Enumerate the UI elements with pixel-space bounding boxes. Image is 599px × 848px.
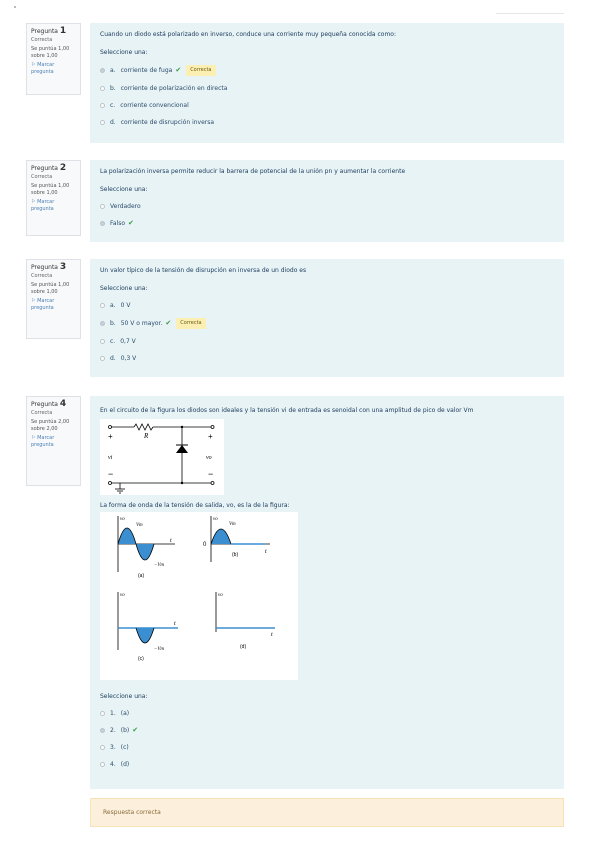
answer-option[interactable]: b. corriente de polarización en directa: [100, 84, 554, 93]
answer-option[interactable]: b. 50 V o mayor. ✔ Correcta: [100, 318, 554, 329]
svg-text:(d): (d): [240, 644, 246, 650]
question-status: Correcta: [31, 174, 53, 180]
question-info: Pregunta 2 Correcta Se puntúa 1,00 sobre…: [26, 160, 81, 236]
radio-button[interactable]: [100, 356, 105, 361]
svg-text:+: +: [108, 432, 113, 441]
corner-dot: [14, 6, 16, 8]
question-text: La polarización inversa permite reducir …: [100, 168, 406, 175]
answer-option[interactable]: Falso ✔: [100, 219, 554, 228]
flag-icon: ⚐: [31, 62, 36, 68]
svg-text:R: R: [143, 432, 149, 440]
check-icon: ✔: [175, 66, 182, 74]
check-icon: ✔: [165, 319, 172, 327]
question-number: Pregunta 2: [31, 163, 67, 173]
radio-button[interactable]: [100, 745, 105, 750]
question-number: Pregunta 1: [31, 26, 67, 36]
flag-question-link[interactable]: ⚐ Marcar pregunta: [31, 435, 76, 449]
check-icon: ✔: [132, 726, 139, 734]
svg-text:−: −: [108, 469, 113, 479]
answer-option[interactable]: 2. (b) ✔: [100, 726, 554, 735]
select-prompt: Seleccione una:: [100, 693, 148, 700]
radio-button[interactable]: [100, 321, 105, 326]
flag-icon: ⚐: [31, 435, 36, 441]
svg-text:Vm: Vm: [229, 522, 236, 527]
radio-button[interactable]: [100, 221, 105, 226]
svg-text:−Vm: −Vm: [154, 563, 164, 568]
select-prompt: Seleccione una:: [100, 285, 148, 292]
svg-text:vo: vo: [218, 593, 223, 598]
svg-text:−Vm: −Vm: [154, 647, 164, 652]
question-content: En el circuito de la figura los diodos s…: [90, 396, 564, 789]
svg-text:Vm: Vm: [136, 523, 143, 528]
answer-option[interactable]: a. corriente de fuga ✔ Correcta: [100, 65, 554, 76]
svg-text:vo: vo: [120, 517, 125, 522]
flag-question-link[interactable]: ⚐ Marcar pregunta: [31, 62, 76, 76]
svg-text:vi: vi: [108, 455, 113, 461]
question-number: Pregunta 3: [31, 262, 67, 272]
radio-button[interactable]: [100, 303, 105, 308]
feedback-box: Respuesta correcta: [90, 798, 564, 827]
question-info: Pregunta 4 Correcta Se puntúa 2,00 sobre…: [26, 396, 81, 486]
answer-option[interactable]: a. 0 V: [100, 301, 554, 310]
answer-option[interactable]: d. 0,3 V: [100, 354, 554, 363]
question-text: Cuando un diodo está polarizado en inver…: [100, 31, 397, 38]
select-prompt: Seleccione una:: [100, 49, 148, 56]
flag-question-link[interactable]: ⚐ Marcar pregunta: [31, 298, 76, 312]
answer-option[interactable]: c. corriente convencional: [100, 101, 554, 110]
answer-option[interactable]: d. corriente de disrupción inversa: [100, 118, 554, 127]
answer-option[interactable]: Verdadero: [100, 202, 554, 211]
question-subtext: La forma de onda de la tensión de salida…: [100, 502, 290, 509]
svg-text:−: −: [208, 469, 213, 479]
answer-option[interactable]: c. 0,7 V: [100, 337, 554, 346]
answer-option[interactable]: 4. (d): [100, 760, 554, 769]
radio-button[interactable]: [100, 68, 105, 73]
radio-button[interactable]: [100, 86, 105, 91]
waveforms-figure: vo Vm −Vm t (a) vo Vm 0 t (b) vo −Vm t (…: [100, 512, 298, 680]
question-content: Un valor típico de la tensión de disrupc…: [90, 259, 564, 377]
radio-button[interactable]: [100, 711, 105, 716]
svg-text:(a): (a): [138, 573, 144, 579]
radio-button[interactable]: [100, 120, 105, 125]
question-points: Se puntúa 1,00 sobre 1,00: [31, 183, 70, 196]
answer-option[interactable]: 1. (a): [100, 709, 554, 718]
question-text: Un valor típico de la tensión de disrupc…: [100, 267, 307, 274]
flag-icon: ⚐: [31, 199, 36, 205]
question-points: Se puntúa 2,00 sobre 2,00: [31, 419, 70, 432]
radio-button[interactable]: [100, 103, 105, 108]
correct-badge: Correcta: [186, 65, 216, 76]
radio-button[interactable]: [100, 762, 105, 767]
answer-option[interactable]: 3. (c): [100, 743, 554, 752]
svg-text:(c): (c): [138, 656, 144, 662]
check-icon: ✔: [128, 219, 134, 227]
select-prompt: Seleccione una:: [100, 186, 148, 193]
svg-text:vo: vo: [206, 455, 212, 461]
question-points: Se puntúa 1,00 sobre 1,00: [31, 46, 70, 59]
question-text: En el circuito de la figura los diodos s…: [100, 407, 474, 414]
radio-button[interactable]: [100, 339, 105, 344]
svg-text:(b): (b): [232, 552, 238, 558]
flag-icon: ⚐: [31, 298, 36, 304]
question-content: Cuando un diodo está polarizado en inver…: [90, 23, 564, 143]
top-divider: [496, 13, 564, 14]
question-status: Correcta: [31, 273, 53, 279]
svg-text:vo: vo: [120, 593, 125, 598]
radio-button[interactable]: [100, 204, 105, 209]
circuit-diagram: R + + vi vo − −: [100, 419, 224, 495]
radio-button[interactable]: [100, 728, 105, 733]
question-content: La polarización inversa permite reducir …: [90, 160, 564, 242]
correct-badge: Correcta: [176, 318, 206, 329]
question-info: Pregunta 3 Correcta Se puntúa 1,00 sobre…: [26, 259, 81, 339]
svg-text:+: +: [208, 432, 213, 441]
question-number: Pregunta 4: [31, 399, 67, 409]
question-info: Pregunta 1 Correcta Se puntúa 1,00 sobre…: [26, 23, 81, 95]
question-status: Correcta: [31, 37, 53, 43]
flag-question-link[interactable]: ⚐ Marcar pregunta: [31, 199, 76, 213]
question-points: Se puntúa 1,00 sobre 1,00: [31, 282, 70, 295]
svg-text:vo: vo: [213, 517, 218, 522]
question-status: Correcta: [31, 410, 53, 416]
